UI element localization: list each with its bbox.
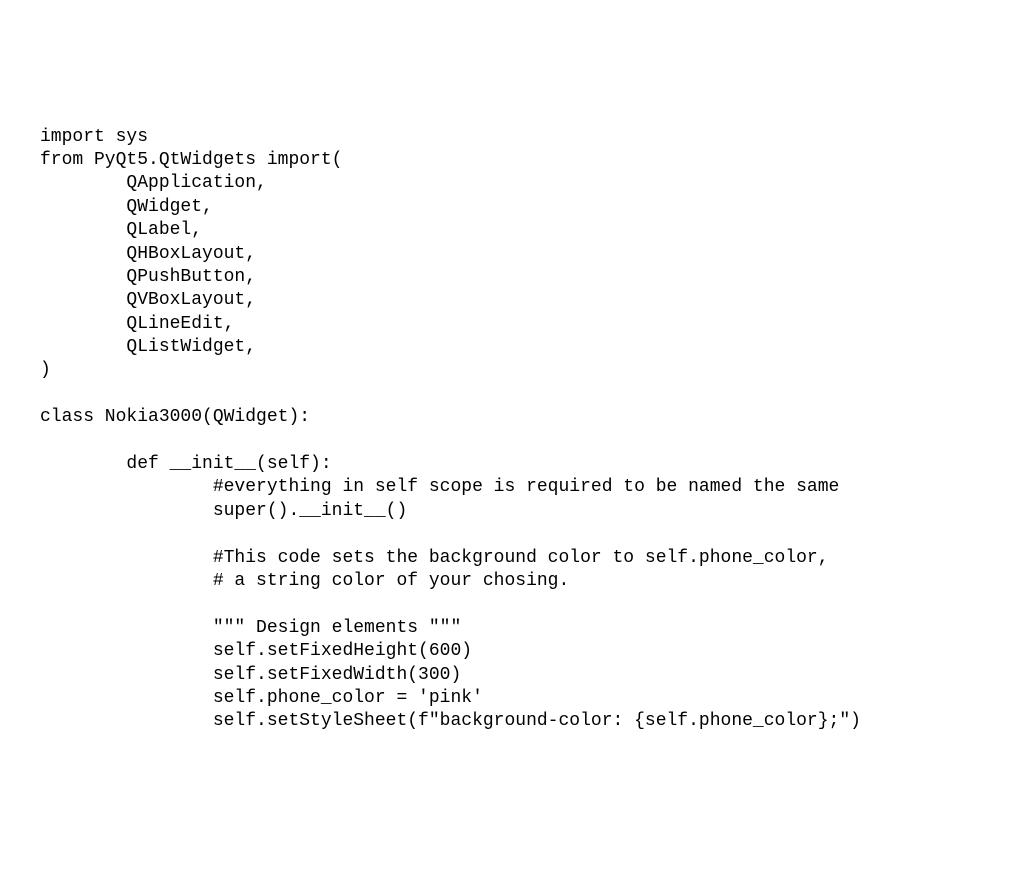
code-line: QPushButton,: [40, 267, 256, 287]
code-line: self.setFixedHeight(600): [40, 641, 472, 661]
code-line: QListWidget,: [40, 337, 256, 357]
code-line: def __init__(self):: [40, 454, 332, 474]
code-line: QHBoxLayout,: [40, 244, 256, 264]
code-line: super().__init__(): [40, 501, 407, 521]
code-line: #everything in self scope is required to…: [40, 477, 839, 497]
code-line: import sys: [40, 127, 148, 147]
code-line: self.phone_color = 'pink': [40, 688, 483, 708]
code-line: ): [40, 360, 51, 380]
code-line: from PyQt5.QtWidgets import(: [40, 150, 342, 170]
code-line: self.setFixedWidth(300): [40, 665, 461, 685]
code-line: class Nokia3000(QWidget):: [40, 407, 310, 427]
code-line: QLabel,: [40, 220, 202, 240]
code-line: # a string color of your chosing.: [40, 571, 569, 591]
code-line: """ Design elements """: [40, 618, 461, 638]
code-line: QLineEdit,: [40, 314, 234, 334]
code-line: QVBoxLayout,: [40, 290, 256, 310]
code-line: QApplication,: [40, 173, 267, 193]
code-line: self.setStyleSheet(f"background-color: {…: [40, 711, 861, 731]
code-snippet: import sys from PyQt5.QtWidgets import( …: [40, 126, 984, 734]
code-line: #This code sets the background color to …: [40, 548, 829, 568]
code-line: QWidget,: [40, 197, 213, 217]
